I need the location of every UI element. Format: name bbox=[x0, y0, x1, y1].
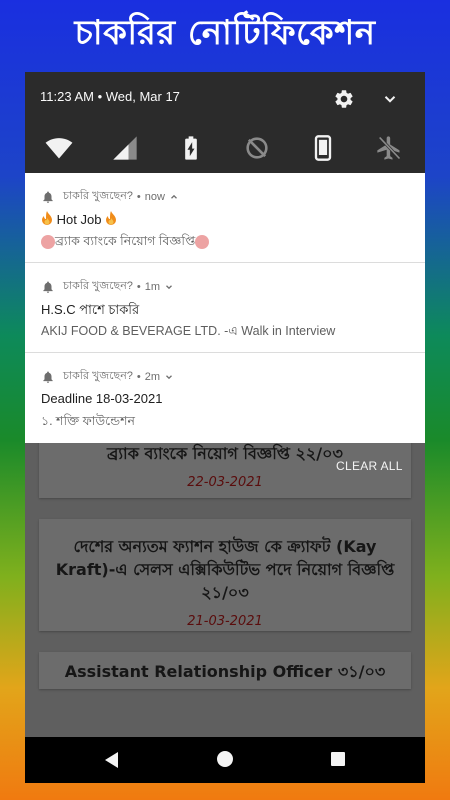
job-card-date: 22-03-2021 bbox=[187, 475, 263, 490]
data-saver-icon[interactable] bbox=[243, 134, 271, 162]
notification-app-name: চাকরি খুজছেন? bbox=[63, 190, 133, 202]
separator: • bbox=[136, 190, 141, 203]
notification-body: ব্র্যাক ব্যাংকে নিয়োগ বিজ্ঞপ্তি bbox=[41, 233, 210, 253]
notification-app-name: চাকরি খুজছেন? bbox=[63, 370, 133, 382]
airplane-mode-icon[interactable] bbox=[375, 134, 403, 162]
bell-icon bbox=[43, 370, 53, 383]
gear-icon[interactable] bbox=[333, 88, 355, 110]
notification-app-name: চাকরি খুজছেন? bbox=[63, 280, 133, 292]
notification-header: চাকরি খুজছেন? • 1m bbox=[41, 277, 174, 296]
job-card-title: Assistant Relationship Officer ৩১/০৩ bbox=[64, 662, 386, 681]
notification-card[interactable]: চাকরি খুজছেন? • 2m Deadline 18-03-2021 ১… bbox=[25, 353, 425, 443]
wifi-icon[interactable] bbox=[45, 134, 73, 162]
fire-emoji-icon bbox=[106, 211, 117, 225]
home-icon[interactable] bbox=[217, 751, 233, 767]
notification-body: AKIJ FOOD & BEVERAGE LTD. -এ Walk in Int… bbox=[41, 324, 336, 338]
notification-card[interactable]: চাকরি খুজছেন? • now Hot Job ব্র্যাক ব্যা… bbox=[25, 173, 425, 263]
job-card[interactable]: দেশের অন্যতম ফ্যাশন হাউজ কে ক্র্যাফট (Ka… bbox=[39, 519, 411, 631]
battery-charging-icon[interactable] bbox=[177, 134, 205, 162]
fire-emoji-icon bbox=[42, 211, 52, 225]
notification-header: চাকরি খুজছেন? • 2m bbox=[41, 367, 174, 386]
notification-time: 2m bbox=[144, 370, 161, 383]
status-time-date: 11:23 AM • Wed, Mar 17 bbox=[40, 89, 180, 104]
chevron-down-icon[interactable] bbox=[164, 372, 174, 382]
red-circle-icon bbox=[41, 234, 55, 249]
notification-title: Hot Job bbox=[41, 211, 117, 227]
notification-title: H.S.C পাশে চাকরি bbox=[41, 302, 140, 317]
recents-icon[interactable] bbox=[331, 752, 345, 766]
notification-card[interactable]: চাকরি খুজছেন? • 1m H.S.C পাশে চাকরি AKIJ… bbox=[25, 263, 425, 353]
chevron-up-icon[interactable] bbox=[169, 192, 179, 202]
chevron-down-icon[interactable] bbox=[381, 90, 399, 108]
clear-all-button[interactable]: CLEAR ALL bbox=[336, 459, 403, 473]
notification-header: চাকরি খুজছেন? • now bbox=[41, 187, 179, 206]
navigation-bar bbox=[25, 737, 425, 783]
bell-icon bbox=[43, 280, 53, 293]
separator: • bbox=[136, 370, 141, 383]
back-icon[interactable] bbox=[103, 751, 121, 769]
phone-portrait-icon[interactable] bbox=[309, 134, 337, 162]
quick-settings-panel: 11:23 AM • Wed, Mar 17 bbox=[25, 72, 425, 173]
separator: • bbox=[136, 280, 141, 293]
chevron-down-icon[interactable] bbox=[164, 282, 174, 292]
bell-icon bbox=[43, 190, 53, 203]
phone-screen: ব্র্যাক ব্যাংকে নিয়োগ বিজ্ঞপ্তি ২২/০৩ 2… bbox=[25, 72, 425, 783]
notification-title: Deadline 18-03-2021 bbox=[41, 391, 163, 406]
notification-time: now bbox=[144, 190, 165, 203]
job-card-title: দেশের অন্যতম ফ্যাশন হাউজ কে ক্র্যাফট (Ka… bbox=[55, 537, 395, 602]
signal-icon[interactable] bbox=[111, 134, 139, 162]
job-card-date: 21-03-2021 bbox=[187, 614, 263, 629]
notification-body: ১. শক্তি ফাউন্ডেশন bbox=[41, 414, 136, 428]
red-circle-icon bbox=[195, 234, 210, 249]
promo-title: চাকরির নোটিফিকেশন bbox=[74, 12, 376, 53]
job-card[interactable]: Assistant Relationship Officer ৩১/০৩ bbox=[39, 652, 411, 689]
notification-time: 1m bbox=[144, 280, 161, 293]
